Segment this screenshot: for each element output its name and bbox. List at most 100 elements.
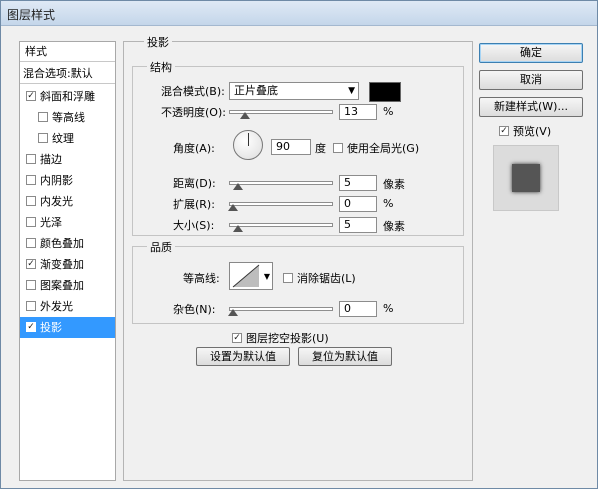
quality-group: 品质 等高线: ▼ 消除锯齿(L) 杂色(N): 0 % bbox=[132, 239, 464, 324]
noise-slider-thumb[interactable] bbox=[228, 309, 238, 316]
style-item-checkbox[interactable] bbox=[38, 112, 48, 122]
preview-option[interactable]: ✓ 预览(V) bbox=[499, 123, 551, 139]
size-unit: 像素 bbox=[383, 220, 405, 233]
structure-group: 结构 混合模式(B): 正片叠底 ▼ 不透明度(O): 13 % 角度(A): … bbox=[132, 59, 464, 236]
blend-mode-value: 正片叠底 bbox=[234, 84, 278, 97]
style-list-item[interactable]: ✓ 投影 bbox=[20, 317, 115, 338]
style-item-checkbox[interactable] bbox=[26, 196, 36, 206]
style-item-label: 纹理 bbox=[52, 132, 74, 145]
style-list-item[interactable]: 等高线 bbox=[20, 107, 115, 128]
distance-input[interactable]: 5 bbox=[339, 175, 377, 191]
angle-unit: 度 bbox=[315, 142, 326, 155]
style-list-item[interactable]: 光泽 bbox=[20, 212, 115, 233]
style-item-label: 渐变叠加 bbox=[40, 258, 84, 271]
make-default-button[interactable]: 设置为默认值 bbox=[196, 347, 290, 366]
style-item-checkbox[interactable] bbox=[26, 238, 36, 248]
opacity-input[interactable]: 13 bbox=[339, 104, 377, 120]
style-item-label: 内阴影 bbox=[40, 174, 73, 187]
global-light-label: 使用全局光(G) bbox=[347, 142, 420, 155]
new-style-button[interactable]: 新建样式(W)... bbox=[479, 97, 583, 117]
knockout-option[interactable]: ✓ 图层挖空投影(U) bbox=[232, 330, 329, 346]
angle-input[interactable]: 90 bbox=[271, 139, 311, 155]
style-list-item[interactable]: 外发光 bbox=[20, 296, 115, 317]
distance-label: 距离(D): bbox=[173, 177, 216, 190]
drop-shadow-title: 投影 bbox=[144, 34, 172, 50]
style-item-label: 等高线 bbox=[52, 111, 85, 124]
style-item-checkbox[interactable] bbox=[26, 280, 36, 290]
opacity-slider-thumb[interactable] bbox=[240, 112, 250, 119]
size-slider-thumb[interactable] bbox=[233, 225, 243, 232]
style-list-item[interactable]: 图案叠加 bbox=[20, 275, 115, 296]
distance-slider-thumb[interactable] bbox=[233, 183, 243, 190]
window-title: 图层样式 bbox=[7, 8, 56, 22]
reset-default-button[interactable]: 复位为默认值 bbox=[298, 347, 392, 366]
noise-slider-track[interactable] bbox=[229, 307, 333, 311]
dialog-client: 样式 混合选项:默认 ✓ 斜面和浮雕等高线纹理描边内阴影内发光光泽颜色叠加 ✓ 渐变叠… bbox=[9, 33, 591, 482]
knockout-checkbox[interactable]: ✓ bbox=[232, 333, 242, 343]
noise-unit: % bbox=[383, 302, 394, 315]
spread-label: 扩展(R): bbox=[173, 198, 215, 211]
style-list-item[interactable]: ✓ 斜面和浮雕 bbox=[20, 86, 115, 107]
distance-slider-track[interactable] bbox=[229, 181, 333, 185]
blend-mode-dropdown[interactable]: 正片叠底 ▼ bbox=[229, 82, 359, 100]
antialias-option[interactable]: 消除锯齿(L) bbox=[283, 270, 356, 286]
spread-slider-thumb[interactable] bbox=[228, 204, 238, 211]
style-item-label: 内发光 bbox=[40, 195, 73, 208]
opacity-unit: % bbox=[383, 105, 394, 118]
style-item-label: 光泽 bbox=[40, 216, 62, 229]
preview-checkbox[interactable]: ✓ bbox=[499, 126, 509, 136]
blend-mode-label: 混合模式(B): bbox=[161, 85, 225, 98]
cancel-button[interactable]: 取消 bbox=[479, 70, 583, 90]
size-label: 大小(S): bbox=[173, 219, 215, 232]
style-item-checkbox[interactable] bbox=[26, 217, 36, 227]
contour-label: 等高线: bbox=[183, 272, 220, 285]
style-item-label: 投影 bbox=[40, 321, 62, 334]
style-item-label: 斜面和浮雕 bbox=[40, 90, 95, 103]
distance-unit: 像素 bbox=[383, 178, 405, 191]
style-list-item[interactable]: 内阴影 bbox=[20, 170, 115, 191]
spread-unit: % bbox=[383, 197, 394, 210]
shadow-color-swatch[interactable] bbox=[369, 82, 401, 102]
global-light-checkbox[interactable] bbox=[333, 143, 343, 153]
style-item-label: 图案叠加 bbox=[40, 279, 84, 292]
style-list-item[interactable]: 纹理 bbox=[20, 128, 115, 149]
linear-contour-icon bbox=[232, 264, 260, 288]
style-list-item[interactable]: 颜色叠加 bbox=[20, 233, 115, 254]
ok-button[interactable]: 确定 bbox=[479, 43, 583, 63]
antialias-checkbox[interactable] bbox=[283, 273, 293, 283]
style-preview-thumbnail bbox=[493, 145, 559, 211]
style-item-checkbox[interactable] bbox=[26, 154, 36, 164]
chevron-down-icon: ▼ bbox=[348, 86, 355, 96]
style-list-item[interactable]: 描边 bbox=[20, 149, 115, 170]
blend-options-item[interactable]: 混合选项:默认 bbox=[20, 64, 115, 84]
style-list-item[interactable]: ✓ 渐变叠加 bbox=[20, 254, 115, 275]
spread-input[interactable]: 0 bbox=[339, 196, 377, 212]
title-bar[interactable]: 图层样式 bbox=[1, 1, 597, 26]
drop-shadow-panel: 投影 结构 混合模式(B): 正片叠底 ▼ 不透明度(O): 13 % 角度(A… bbox=[123, 34, 473, 481]
structure-title: 结构 bbox=[147, 59, 175, 75]
noise-label: 杂色(N): bbox=[173, 303, 216, 316]
preview-swatch bbox=[512, 164, 540, 192]
style-list-header[interactable]: 样式 bbox=[20, 42, 115, 62]
style-item-checkbox[interactable] bbox=[26, 301, 36, 311]
angle-label: 角度(A): bbox=[173, 142, 215, 155]
style-item-label: 外发光 bbox=[40, 300, 73, 313]
antialias-label: 消除锯齿(L) bbox=[297, 272, 356, 285]
style-item-label: 描边 bbox=[40, 153, 62, 166]
layer-style-dialog: 图层样式 样式 混合选项:默认 ✓ 斜面和浮雕等高线纹理描边内阴影内发光光泽颜色叠… bbox=[0, 0, 598, 489]
style-item-label: 颜色叠加 bbox=[40, 237, 84, 250]
style-item-checkbox[interactable]: ✓ bbox=[26, 259, 36, 269]
contour-picker[interactable]: ▼ bbox=[229, 262, 273, 290]
size-input[interactable]: 5 bbox=[339, 217, 377, 233]
style-item-checkbox[interactable]: ✓ bbox=[26, 322, 36, 332]
style-list-item[interactable]: 内发光 bbox=[20, 191, 115, 212]
opacity-label: 不透明度(O): bbox=[161, 106, 226, 119]
style-item-checkbox[interactable]: ✓ bbox=[26, 91, 36, 101]
global-light-option[interactable]: 使用全局光(G) bbox=[333, 140, 419, 156]
size-slider-track[interactable] bbox=[229, 223, 333, 227]
style-item-checkbox[interactable] bbox=[26, 175, 36, 185]
spread-slider-track[interactable] bbox=[229, 202, 333, 206]
angle-dial[interactable] bbox=[233, 130, 263, 160]
noise-input[interactable]: 0 bbox=[339, 301, 377, 317]
style-item-checkbox[interactable] bbox=[38, 133, 48, 143]
